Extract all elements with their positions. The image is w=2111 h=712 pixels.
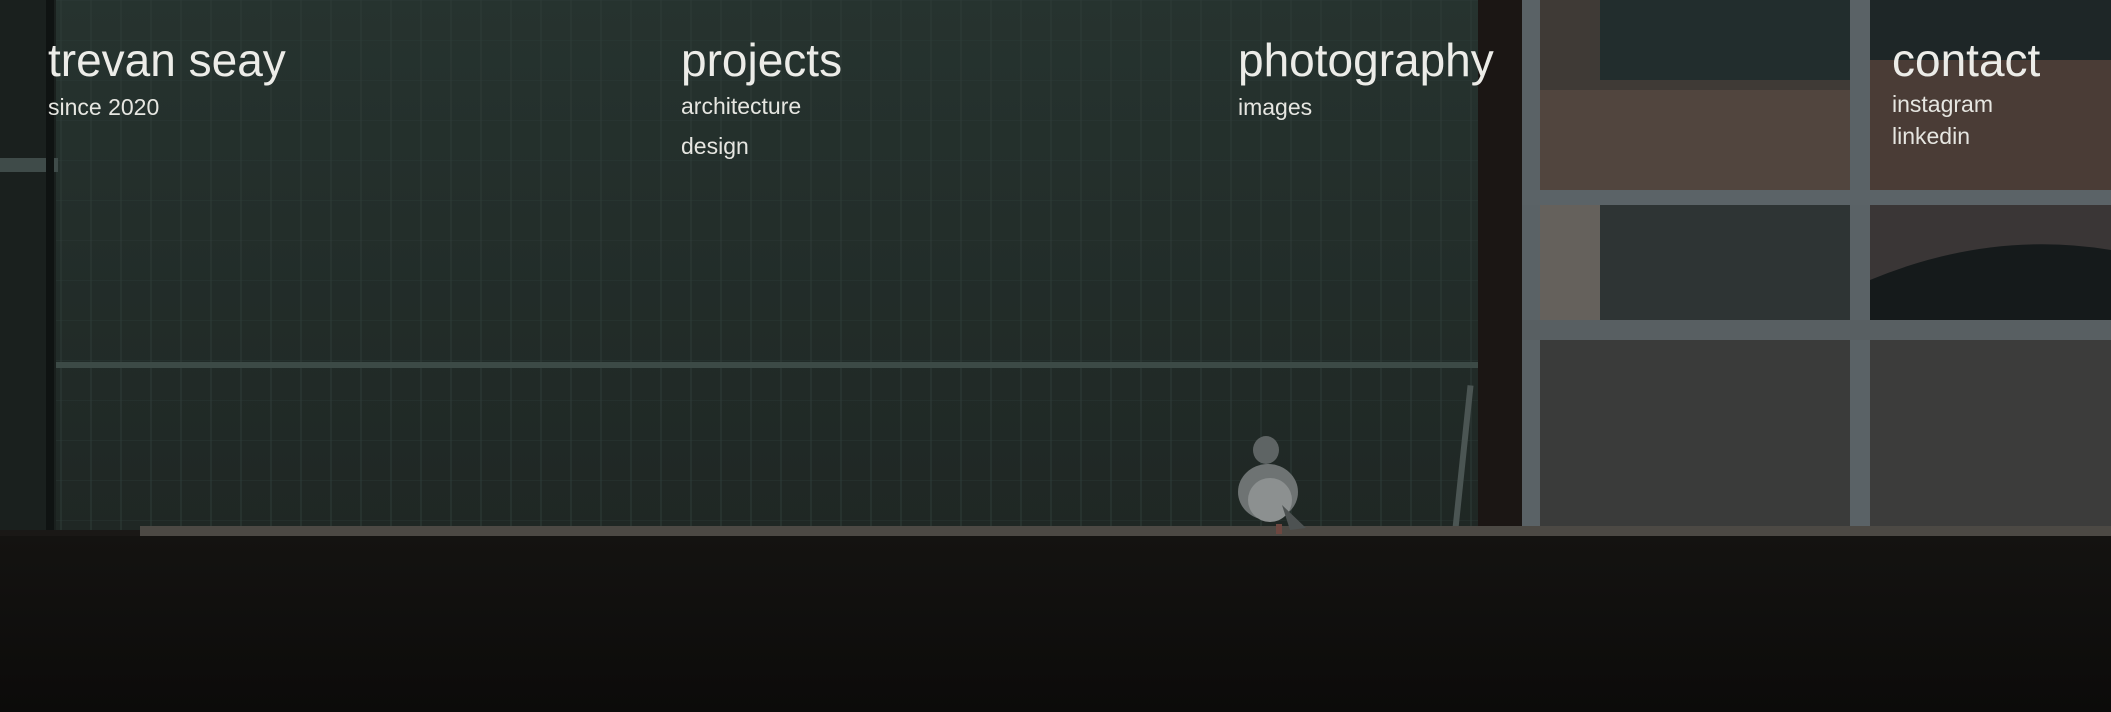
site-tagline: since 2020 — [48, 94, 160, 120]
nav-link-instagram[interactable]: instagram — [1892, 88, 2040, 120]
nav-photography: photography images — [1238, 32, 1494, 122]
nav-link-architecture[interactable]: architecture — [681, 86, 842, 126]
nav-projects-heading[interactable]: projects — [681, 32, 842, 88]
nav-link-design[interactable]: design — [681, 126, 842, 166]
nav-link-images[interactable]: images — [1238, 92, 1494, 122]
brand-block: trevan seay since 2020 — [48, 32, 286, 122]
nav-photography-heading[interactable]: photography — [1238, 32, 1494, 88]
hero-section: trevan seay since 2020 projects architec… — [0, 0, 2111, 712]
hero-background-photo — [0, 0, 2111, 712]
nav-projects: projects architecture design — [681, 32, 842, 166]
nav-contact-heading[interactable]: contact — [1892, 32, 2040, 88]
nav-link-linkedin[interactable]: linkedin — [1892, 120, 2040, 152]
site-name-link[interactable]: trevan seay — [48, 32, 286, 88]
nav-contact: contact instagram linkedin — [1892, 32, 2040, 152]
